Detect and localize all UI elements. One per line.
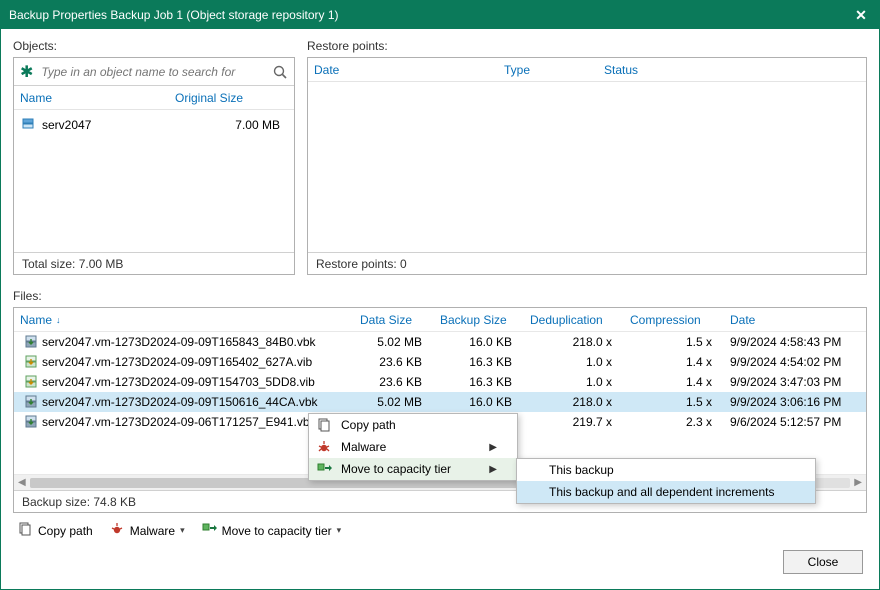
objects-panel: ✱ Name Original Size bbox=[13, 57, 295, 275]
file-date: 9/9/2024 3:06:16 PM bbox=[730, 395, 860, 409]
file-backup-size: 16.3 KB bbox=[440, 375, 530, 389]
bug-icon bbox=[315, 439, 333, 455]
col-compression[interactable]: Compression bbox=[630, 313, 730, 327]
context-menu[interactable]: Copy path Malware ▶ Move to capacity tie… bbox=[308, 413, 518, 481]
asterisk-icon: ✱ bbox=[20, 62, 33, 82]
scroll-left-icon[interactable]: ◀ bbox=[18, 477, 26, 488]
col-dedup[interactable]: Deduplication bbox=[530, 313, 630, 327]
col-file-name[interactable]: Name ↓ bbox=[20, 313, 360, 327]
file-dedup: 1.0 x bbox=[530, 375, 630, 389]
file-compression: 1.5 x bbox=[630, 395, 730, 409]
chevron-down-icon: ▾ bbox=[337, 525, 342, 536]
server-icon bbox=[20, 116, 38, 135]
context-submenu[interactable]: This backup This backup and all dependen… bbox=[516, 458, 816, 504]
search-input[interactable] bbox=[39, 64, 272, 80]
file-name: serv2047.vm-1273D2024-09-09T150616_44CA.… bbox=[42, 395, 360, 409]
backup-file-icon bbox=[20, 414, 42, 430]
col-data-size[interactable]: Data Size bbox=[360, 313, 440, 327]
backup-properties-dialog: Backup Properties Backup Job 1 (Object s… bbox=[0, 0, 880, 590]
restore-body bbox=[308, 82, 866, 252]
file-data-size: 23.6 KB bbox=[360, 375, 440, 389]
sort-arrow-icon: ↓ bbox=[56, 315, 61, 325]
files-label: Files: bbox=[13, 289, 867, 303]
chevron-right-icon: ▶ bbox=[487, 442, 497, 453]
chevron-down-icon: ▾ bbox=[180, 525, 185, 536]
file-date: 9/9/2024 4:58:43 PM bbox=[730, 335, 860, 349]
col-type[interactable]: Type bbox=[504, 63, 604, 77]
file-date: 9/6/2024 5:12:57 PM bbox=[730, 415, 860, 429]
backup-file-icon bbox=[20, 334, 42, 350]
copy-icon bbox=[17, 521, 33, 540]
close-button[interactable]: Close bbox=[783, 550, 863, 574]
restore-panel: Date Type Status Restore points: 0 bbox=[307, 57, 867, 275]
toolbar-move-tier[interactable]: Move to capacity tier ▾ bbox=[201, 521, 342, 540]
chevron-right-icon: ▶ bbox=[487, 464, 497, 475]
object-size: 7.00 MB bbox=[176, 118, 288, 132]
scroll-right-icon[interactable]: ▶ bbox=[854, 477, 862, 488]
file-dedup: 218.0 x bbox=[530, 395, 630, 409]
file-row[interactable]: serv2047.vm-1273D2024-09-09T165843_84B0.… bbox=[14, 332, 866, 352]
toolbar-malware[interactable]: Malware ▾ bbox=[109, 521, 185, 540]
bug-icon bbox=[109, 521, 125, 540]
backup-file-icon bbox=[20, 354, 42, 370]
toolbar-copy-path[interactable]: Copy path bbox=[17, 521, 93, 540]
copy-icon bbox=[315, 417, 333, 433]
menu-copy-path[interactable]: Copy path bbox=[309, 414, 517, 436]
col-backup-size[interactable]: Backup Size bbox=[440, 313, 530, 327]
file-name: serv2047.vm-1273D2024-09-09T154703_5DD8.… bbox=[42, 375, 360, 389]
col-name[interactable]: Name bbox=[20, 91, 175, 105]
col-status[interactable]: Status bbox=[604, 63, 860, 77]
file-compression: 1.5 x bbox=[630, 335, 730, 349]
file-backup-size: 16.0 KB bbox=[440, 335, 530, 349]
file-name: serv2047.vm-1273D2024-09-09T165402_627A.… bbox=[42, 355, 360, 369]
objects-label: Objects: bbox=[13, 39, 295, 53]
objects-search[interactable]: ✱ bbox=[14, 58, 294, 86]
submenu-this-backup[interactable]: This backup bbox=[517, 459, 815, 481]
restore-label: Restore points: bbox=[307, 39, 867, 53]
file-data-size: 5.02 MB bbox=[360, 335, 440, 349]
file-dedup: 219.7 x bbox=[530, 415, 630, 429]
move-tier-icon bbox=[315, 461, 333, 477]
file-compression: 2.3 x bbox=[630, 415, 730, 429]
file-row[interactable]: serv2047.vm-1273D2024-09-09T150616_44CA.… bbox=[14, 392, 866, 412]
file-dedup: 1.0 x bbox=[530, 355, 630, 369]
search-icon[interactable] bbox=[272, 64, 288, 80]
file-data-size: 23.6 KB bbox=[360, 355, 440, 369]
files-columns: Name ↓ Data Size Backup Size Deduplicati… bbox=[14, 308, 866, 332]
objects-columns: Name Original Size bbox=[14, 86, 294, 110]
file-row[interactable]: serv2047.vm-1273D2024-09-09T154703_5DD8.… bbox=[14, 372, 866, 392]
bottom-toolbar: Copy path Malware ▾ Move to capacity tie… bbox=[13, 513, 867, 540]
restore-footer: Restore points: 0 bbox=[308, 252, 866, 274]
submenu-this-and-dependents[interactable]: This backup and all dependent increments bbox=[517, 481, 815, 503]
backup-file-icon bbox=[20, 374, 42, 390]
file-data-size: 5.02 MB bbox=[360, 395, 440, 409]
files-panel: Name ↓ Data Size Backup Size Deduplicati… bbox=[13, 307, 867, 513]
col-file-date[interactable]: Date bbox=[730, 313, 860, 327]
file-name: serv2047.vm-1273D2024-09-09T165843_84B0.… bbox=[42, 335, 360, 349]
titlebar: Backup Properties Backup Job 1 (Object s… bbox=[1, 1, 879, 29]
file-compression: 1.4 x bbox=[630, 355, 730, 369]
restore-columns: Date Type Status bbox=[308, 58, 866, 82]
objects-footer: Total size: 7.00 MB bbox=[14, 252, 294, 274]
file-dedup: 218.0 x bbox=[530, 335, 630, 349]
col-date[interactable]: Date bbox=[314, 63, 504, 77]
close-icon[interactable]: ✕ bbox=[851, 5, 871, 25]
file-date: 9/9/2024 4:54:02 PM bbox=[730, 355, 860, 369]
menu-malware[interactable]: Malware ▶ bbox=[309, 436, 517, 458]
file-row[interactable]: serv2047.vm-1273D2024-09-09T165402_627A.… bbox=[14, 352, 866, 372]
backup-file-icon bbox=[20, 394, 42, 410]
object-name: serv2047 bbox=[42, 118, 176, 132]
file-backup-size: 16.3 KB bbox=[440, 355, 530, 369]
window-title: Backup Properties Backup Job 1 (Object s… bbox=[9, 8, 851, 22]
menu-move-tier[interactable]: Move to capacity tier ▶ bbox=[309, 458, 517, 480]
file-compression: 1.4 x bbox=[630, 375, 730, 389]
col-original-size[interactable]: Original Size bbox=[175, 91, 288, 105]
object-row[interactable]: serv2047 7.00 MB bbox=[20, 114, 288, 136]
move-tier-icon bbox=[201, 521, 217, 540]
file-backup-size: 16.0 KB bbox=[440, 395, 530, 409]
file-date: 9/9/2024 3:47:03 PM bbox=[730, 375, 860, 389]
